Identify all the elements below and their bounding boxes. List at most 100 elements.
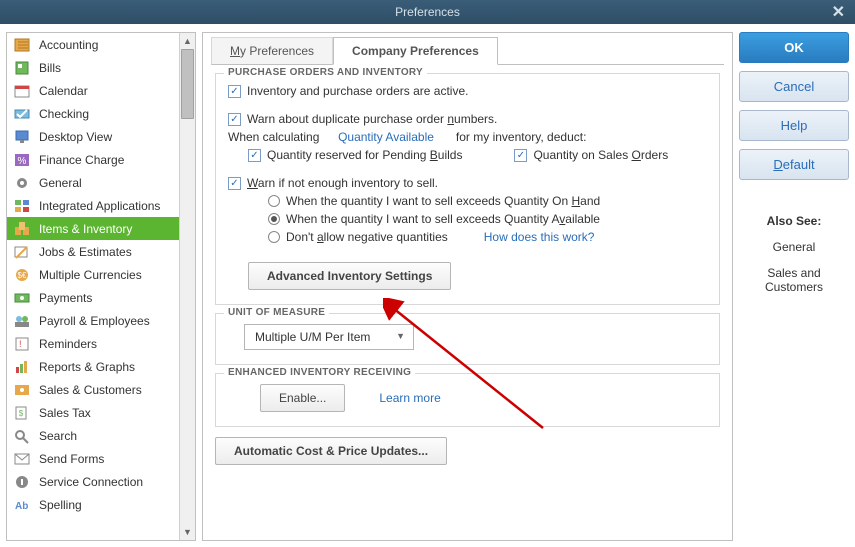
sidebar-item-salestax[interactable]: $ Sales Tax bbox=[7, 401, 195, 424]
also-see: Also See: General Sales and Customers bbox=[739, 214, 849, 306]
sidebar-item-reports[interactable]: Reports & Graphs bbox=[7, 355, 195, 378]
spelling-icon: Ab bbox=[13, 497, 31, 513]
qty-sales-checkbox[interactable]: ✓ bbox=[514, 149, 527, 162]
sidebar-item-checking[interactable]: Checking bbox=[7, 102, 195, 125]
sidebar-item-currencies[interactable]: $€ Multiple Currencies bbox=[7, 263, 195, 286]
sales-icon bbox=[13, 382, 31, 398]
qty-sales-label: Quantity on Sales Orders bbox=[533, 148, 668, 162]
qty-pending-label: Quantity reserved for Pending Builds bbox=[267, 148, 462, 162]
sidebar-item-label: Spelling bbox=[39, 498, 82, 512]
sidebar-item-spelling[interactable]: Ab Spelling bbox=[7, 493, 195, 516]
sidebar-item-integrated[interactable]: Integrated Applications bbox=[7, 194, 195, 217]
sidebar-item-inventory[interactable]: Items & Inventory bbox=[7, 217, 195, 240]
auto-cost-button[interactable]: Automatic Cost & Price Updates... bbox=[215, 437, 447, 465]
sidebar-item-label: Finance Charge bbox=[39, 153, 124, 167]
advanced-inventory-button[interactable]: Advanced Inventory Settings bbox=[248, 262, 451, 290]
warn-duplicate-checkbox[interactable]: ✓ bbox=[228, 113, 241, 126]
tab-label: Company Preferences bbox=[352, 44, 479, 58]
uom-group: UNIT OF MEASURE Multiple U/M Per Item bbox=[215, 313, 720, 365]
when-calc-label: When calculating bbox=[228, 130, 319, 144]
sidebar-item-label: Sales Tax bbox=[39, 406, 91, 420]
scroll-up-icon[interactable]: ▲ bbox=[180, 33, 195, 49]
right-column: OK Cancel Help Default Also See: General… bbox=[739, 32, 849, 541]
svg-text:$: $ bbox=[19, 409, 24, 418]
sidebar-item-jobs[interactable]: Jobs & Estimates bbox=[7, 240, 195, 263]
learn-more-link[interactable]: Learn more bbox=[379, 391, 440, 405]
also-see-sales[interactable]: Sales and Customers bbox=[739, 266, 849, 294]
sidebar-item-label: Accounting bbox=[39, 38, 98, 52]
payroll-icon bbox=[13, 313, 31, 329]
bills-icon bbox=[13, 60, 31, 76]
cancel-button[interactable]: Cancel bbox=[739, 71, 849, 102]
desktop-icon bbox=[13, 129, 31, 145]
tax-icon: $ bbox=[13, 405, 31, 421]
sidebar-item-search[interactable]: Search bbox=[7, 424, 195, 447]
sidebar-item-label: General bbox=[39, 176, 82, 190]
window-title: Preferences bbox=[395, 5, 460, 19]
sidebar-item-salescust[interactable]: Sales & Customers bbox=[7, 378, 195, 401]
percent-icon: % bbox=[13, 152, 31, 168]
envelope-icon bbox=[13, 451, 31, 467]
radio-available[interactable] bbox=[268, 213, 280, 225]
scroll-down-icon[interactable]: ▼ bbox=[180, 524, 195, 540]
sidebar-item-sendforms[interactable]: Send Forms bbox=[7, 447, 195, 470]
sidebar-item-accounting[interactable]: Accounting bbox=[7, 33, 195, 56]
tab-company-preferences[interactable]: Company Preferences bbox=[333, 37, 498, 65]
tab-my-preferences[interactable]: MMy Preferencesy Preferences bbox=[211, 37, 333, 65]
sidebar-item-reminders[interactable]: !Reminders bbox=[7, 332, 195, 355]
qty-pending-checkbox[interactable]: ✓ bbox=[248, 149, 261, 162]
ok-button[interactable]: OK bbox=[739, 32, 849, 63]
sidebar-item-general[interactable]: General bbox=[7, 171, 195, 194]
warn-not-enough-checkbox[interactable]: ✓ bbox=[228, 177, 241, 190]
close-icon[interactable]: ✕ bbox=[832, 2, 845, 22]
svg-text:%: % bbox=[18, 156, 27, 167]
sidebar-item-calendar[interactable]: Calendar bbox=[7, 79, 195, 102]
how-does-this-work-link[interactable]: How does this work? bbox=[484, 230, 595, 244]
sidebar-item-desktop[interactable]: Desktop View bbox=[7, 125, 195, 148]
inventory-active-checkbox[interactable]: ✓ bbox=[228, 85, 241, 98]
sidebar-item-label: Jobs & Estimates bbox=[39, 245, 132, 259]
radio-on-hand[interactable] bbox=[268, 195, 280, 207]
sidebar-item-finance[interactable]: % Finance Charge bbox=[7, 148, 195, 171]
svg-text:Ab: Ab bbox=[15, 501, 28, 512]
sidebar-item-label: Reports & Graphs bbox=[39, 360, 135, 374]
chart-icon bbox=[13, 359, 31, 375]
sidebar-item-label: Multiple Currencies bbox=[39, 268, 142, 282]
radio-on-hand-label: When the quantity I want to sell exceeds… bbox=[286, 194, 600, 208]
sidebar-item-label: Search bbox=[39, 429, 77, 443]
sidebar-item-bills[interactable]: Bills bbox=[7, 56, 195, 79]
sidebar-item-label: Integrated Applications bbox=[39, 199, 160, 213]
scroll-thumb[interactable] bbox=[181, 49, 194, 119]
sidebar-item-service[interactable]: Service Connection bbox=[7, 470, 195, 493]
qty-available-link[interactable]: Quantity Available bbox=[338, 130, 434, 144]
svg-text:$€: $€ bbox=[18, 271, 27, 280]
sidebar-item-label: Send Forms bbox=[39, 452, 104, 466]
calendar-icon bbox=[13, 83, 31, 99]
warn-duplicate-label: Warn about duplicate purchase order numb… bbox=[247, 112, 497, 126]
enable-button[interactable]: Enable... bbox=[260, 384, 345, 412]
sidebar-item-label: Bills bbox=[39, 61, 61, 75]
sidebar-item-label: Payroll & Employees bbox=[39, 314, 150, 328]
sidebar-item-payroll[interactable]: Payroll & Employees bbox=[7, 309, 195, 332]
also-see-general[interactable]: General bbox=[739, 240, 849, 254]
sidebar-item-payments[interactable]: Payments bbox=[7, 286, 195, 309]
service-icon bbox=[13, 474, 31, 490]
gear-icon bbox=[13, 175, 31, 191]
inventory-icon bbox=[13, 221, 31, 237]
sidebar-scrollbar[interactable]: ▲ ▼ bbox=[179, 33, 195, 540]
uom-select[interactable]: Multiple U/M Per Item bbox=[244, 324, 414, 350]
default-button[interactable]: Default bbox=[739, 149, 849, 180]
sidebar-item-label: Items & Inventory bbox=[39, 222, 132, 236]
radio-no-negative[interactable] bbox=[268, 231, 280, 243]
sidebar: Accounting Bills Calendar Checking Deskt… bbox=[6, 32, 196, 541]
also-see-header: Also See: bbox=[739, 214, 849, 228]
sidebar-item-label: Checking bbox=[39, 107, 89, 121]
group-title: ENHANCED INVENTORY RECEIVING bbox=[224, 367, 415, 378]
sidebar-item-label: Desktop View bbox=[39, 130, 112, 144]
search-icon bbox=[13, 428, 31, 444]
currency-icon: $€ bbox=[13, 267, 31, 283]
help-button[interactable]: Help bbox=[739, 110, 849, 141]
warn-not-enough-label: Warn if not enough inventory to sell. bbox=[247, 176, 438, 190]
inventory-active-label: Inventory and purchase orders are active… bbox=[247, 84, 468, 98]
for-deduct-label: for my inventory, deduct: bbox=[456, 130, 587, 144]
